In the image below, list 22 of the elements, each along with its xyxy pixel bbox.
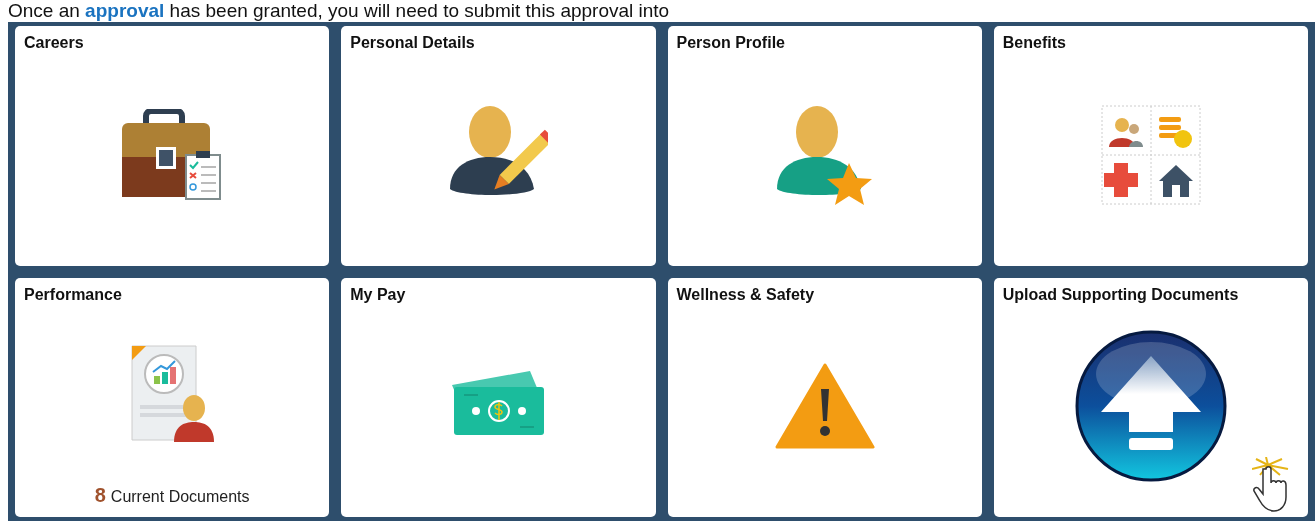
app-tile[interactable]: My Pay (341, 277, 656, 517)
tile-title: Performance (24, 285, 122, 304)
app-tile[interactable]: Careers (15, 26, 330, 266)
upload-icon (1074, 330, 1227, 483)
tile-title: Upload Supporting Documents (1002, 285, 1239, 304)
warning-icon (774, 363, 875, 450)
benefits-grid-icon (1100, 104, 1201, 205)
intro-sentence: Once an approval has been granted, you will need to submit this approval into (8, 0, 671, 22)
app-tile[interactable]: Benefits (993, 26, 1308, 266)
app-tile[interactable]: Person Profile (667, 26, 982, 266)
tile-title: Wellness & Safety (676, 285, 815, 304)
tile-title: Person Profile (676, 34, 785, 52)
tile-title: Careers (24, 34, 84, 52)
tile-title: Benefits (1002, 34, 1066, 52)
app-tile[interactable]: Wellness & Safety (667, 277, 982, 517)
tile-title: My Pay (350, 285, 406, 304)
app-tile[interactable]: Performance 8 Current Documents (15, 277, 330, 517)
app-tile[interactable]: Personal Details (341, 26, 656, 266)
count-label: Current Documents (110, 488, 250, 506)
app-tile[interactable]: Upload Supporting Documents (993, 277, 1308, 517)
tile-title: Personal Details (350, 34, 475, 52)
document-count: 8 (94, 484, 106, 507)
